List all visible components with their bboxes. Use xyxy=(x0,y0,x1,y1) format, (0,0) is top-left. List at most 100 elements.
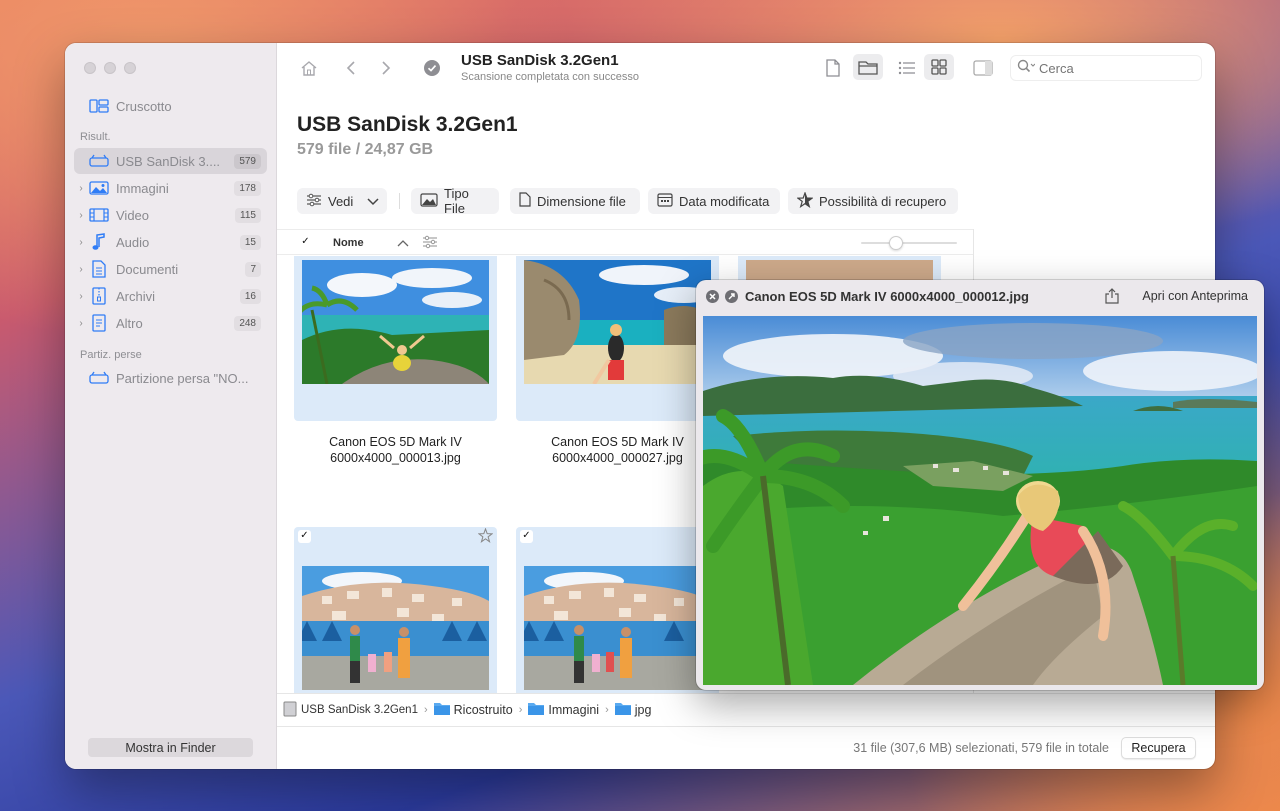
sidebar-item-usb-drive[interactable]: USB SanDisk 3.... 579 xyxy=(74,148,267,174)
file-view-icon[interactable] xyxy=(822,57,844,79)
home-icon[interactable] xyxy=(299,58,319,78)
open-with-preview-button[interactable]: Apri con Anteprima xyxy=(1136,286,1254,306)
file-card[interactable]: ✓ xyxy=(294,527,497,693)
minimize-window-button[interactable] xyxy=(104,62,116,74)
thumbnail-size-slider[interactable] xyxy=(861,236,957,250)
sidebar-item-dashboard[interactable]: Cruscotto xyxy=(74,93,267,119)
search-icon xyxy=(1017,59,1036,78)
file-card[interactable] xyxy=(516,256,719,421)
date-modified-filter-button[interactable]: Data modificata xyxy=(648,188,780,214)
breadcrumb-device[interactable]: USB SanDisk 3.2Gen1 xyxy=(301,704,418,716)
grid-view-icon[interactable] xyxy=(924,54,954,80)
back-arrow-icon[interactable] xyxy=(343,58,359,78)
forward-arrow-icon[interactable] xyxy=(378,58,394,78)
file-thumbnail[interactable] xyxy=(302,566,489,690)
folder-view-icon[interactable] xyxy=(853,54,883,80)
sidebar-item-label: Altro xyxy=(116,315,143,331)
chevron-right-icon[interactable]: › xyxy=(74,264,88,275)
sort-ascending-icon[interactable] xyxy=(397,235,409,253)
folder-icon xyxy=(433,702,450,718)
chevron-right-icon: › xyxy=(518,704,523,716)
chevron-right-icon[interactable]: › xyxy=(74,183,88,194)
chevron-right-icon[interactable]: › xyxy=(74,237,88,248)
filter-divider xyxy=(399,193,400,209)
music-note-icon xyxy=(88,233,110,251)
select-all-checkbox[interactable]: ✓ xyxy=(299,236,312,249)
sidebar-item-label: Audio xyxy=(116,234,150,250)
date-modified-filter-label: Data modificata xyxy=(679,193,770,209)
status-bar: 31 file (307,6 MB) selezionati, 579 file… xyxy=(277,726,1215,769)
chevron-down-icon xyxy=(367,194,379,209)
calendar-icon xyxy=(657,192,673,210)
view-filter-button[interactable]: Vedi xyxy=(297,188,387,214)
quick-look-preview: Canon EOS 5D Mark IV 6000x4000_000012.jp… xyxy=(696,280,1264,690)
sidebar-item-audio[interactable]: › Audio 15 xyxy=(74,229,267,255)
close-icon[interactable] xyxy=(706,290,719,308)
star-icon[interactable] xyxy=(477,527,494,548)
recovery-chance-filter-label: Possibilità di recupero xyxy=(819,193,947,209)
column-header-row: ✓ Nome xyxy=(277,229,973,255)
sidebar-item-label: USB SanDisk 3.... xyxy=(116,153,221,169)
chevron-right-icon[interactable]: › xyxy=(74,210,88,221)
sidebar-item-documents[interactable]: › Documenti 7 xyxy=(74,256,267,282)
preview-pane-icon[interactable] xyxy=(972,57,994,79)
sidebar-item-other[interactable]: › Altro 248 xyxy=(74,310,267,336)
sidebar-item-label: Partizione persa "NO... xyxy=(116,370,249,386)
sidebar-item-images[interactable]: › Immagini 178 xyxy=(74,175,267,201)
fullscreen-icon[interactable] xyxy=(725,290,738,308)
breadcrumb-folder[interactable]: Ricostruito xyxy=(454,703,513,717)
image-icon xyxy=(420,192,438,210)
search-field[interactable] xyxy=(1010,55,1202,81)
drive-icon xyxy=(283,701,297,720)
page-title: USB SanDisk 3.2Gen1 xyxy=(297,113,518,136)
page-summary: 579 file / 24,87 GB xyxy=(297,141,434,158)
file-card[interactable]: ✓ xyxy=(516,527,719,693)
sidebar-item-lost-partition[interactable]: Partizione persa "NO... xyxy=(74,365,267,391)
item-count-badge: 115 xyxy=(235,207,261,223)
file-caption-line: Canon EOS 5D Mark IV xyxy=(329,435,462,449)
file-icon xyxy=(88,314,110,332)
sidebar-item-archives[interactable]: › Archivi 16 xyxy=(74,283,267,309)
file-type-filter-button[interactable]: Tipo File xyxy=(411,186,499,216)
document-icon xyxy=(519,192,531,210)
recover-button[interactable]: Recupera xyxy=(1121,737,1196,759)
breadcrumb-folder[interactable]: Immagini xyxy=(548,703,599,717)
file-size-filter-button[interactable]: Dimensione file xyxy=(510,188,640,214)
list-view-icon[interactable] xyxy=(896,57,918,79)
file-caption: Canon EOS 5D Mark IV 6000x4000_000013.jp… xyxy=(294,434,497,466)
chevron-right-icon[interactable]: › xyxy=(74,318,88,329)
item-count-badge: 248 xyxy=(234,315,261,331)
item-count-badge: 7 xyxy=(245,261,261,277)
file-caption: Canon EOS 5D Mark IV 6000x4000_000027.jp… xyxy=(516,434,719,466)
file-thumbnail[interactable] xyxy=(302,260,489,384)
file-caption-line: Canon EOS 5D Mark IV xyxy=(551,435,684,449)
drive-icon xyxy=(88,152,110,170)
recovery-chance-filter-button[interactable]: Possibilità di recupero xyxy=(788,188,958,214)
file-thumbnail[interactable] xyxy=(524,566,711,690)
image-icon xyxy=(88,179,110,197)
chevron-right-icon: › xyxy=(423,704,428,716)
slider-knob[interactable] xyxy=(889,236,903,250)
share-icon[interactable] xyxy=(1105,288,1119,309)
search-input[interactable] xyxy=(1039,60,1189,76)
sidebar-item-label: Video xyxy=(116,207,150,223)
chevron-right-icon[interactable]: › xyxy=(74,291,88,302)
close-window-button[interactable] xyxy=(84,62,96,74)
file-thumbnail[interactable] xyxy=(524,260,711,384)
show-in-finder-button[interactable]: Mostra in Finder xyxy=(88,738,253,757)
file-checkbox[interactable]: ✓ xyxy=(298,530,311,543)
file-checkbox[interactable]: ✓ xyxy=(520,530,533,543)
drive-icon xyxy=(88,369,110,387)
column-header-name[interactable]: Nome xyxy=(333,237,364,249)
zoom-window-button[interactable] xyxy=(124,62,136,74)
archive-icon xyxy=(88,287,110,305)
file-type-filter-label: Tipo File xyxy=(444,186,469,216)
breadcrumb-folder[interactable]: jpg xyxy=(635,703,652,717)
sidebar-item-label: Immagini xyxy=(116,180,169,196)
sidebar-item-video[interactable]: › Video 115 xyxy=(74,202,267,228)
column-settings-icon[interactable] xyxy=(422,235,438,254)
folder-icon xyxy=(528,702,545,718)
preview-title: Canon EOS 5D Mark IV 6000x4000_000012.jp… xyxy=(745,289,1029,304)
file-card[interactable] xyxy=(294,256,497,421)
file-caption-line: 6000x4000_000013.jpg xyxy=(330,451,461,465)
